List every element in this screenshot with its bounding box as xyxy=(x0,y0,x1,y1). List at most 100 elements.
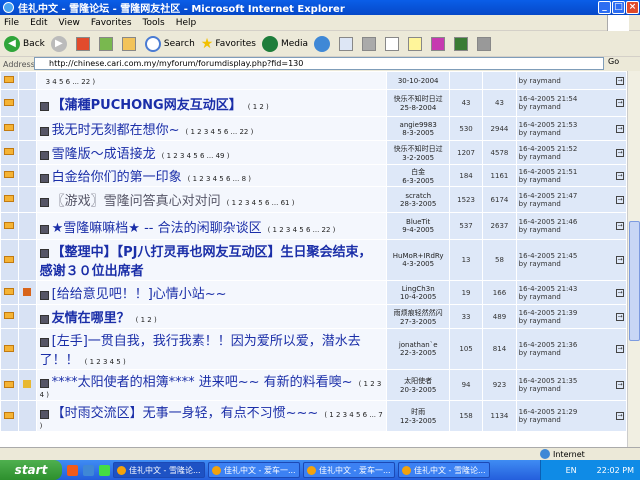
menu-edit[interactable]: Edit xyxy=(30,18,47,28)
last-post-author[interactable]: by raymand xyxy=(519,176,626,184)
last-post-author[interactable]: by raymand xyxy=(519,260,626,268)
goto-last-post-icon[interactable]: → xyxy=(616,222,624,230)
author-link[interactable]: 时雨 xyxy=(387,407,448,417)
menu-favorites[interactable]: Favorites xyxy=(91,18,132,28)
author-link[interactable]: 雨烦痕轻然然闪 xyxy=(387,308,448,318)
desktop-icon[interactable] xyxy=(99,464,110,476)
scrollbar-thumb[interactable] xyxy=(629,221,640,341)
thread-title-cell: [左手]一贯自我，我行我素！！因为爱所以爱，潜水去了！！( 1 2 3 4 5 … xyxy=(35,328,388,370)
last-post-author[interactable]: by raymand xyxy=(519,416,626,424)
thread-title-link[interactable]: 我无时无刻都在想你~ xyxy=(52,123,180,138)
author-link[interactable]: jonathan`e xyxy=(387,341,448,349)
thread-title-cell: ****太阳使者的相簿**** 进来吧~~ 有新的料看噢~( 1 2 3 4 ) xyxy=(35,369,388,401)
last-post-author[interactable]: by raymand xyxy=(519,349,626,357)
task-button-4[interactable]: 佳礼中文 - 雪隆论... xyxy=(398,462,490,478)
refresh-button[interactable] xyxy=(98,36,116,51)
last-post-author[interactable]: by raymand xyxy=(519,200,626,208)
goto-last-post-icon[interactable]: → xyxy=(616,76,624,85)
goto-last-post-icon[interactable]: → xyxy=(616,381,624,389)
goto-last-post-icon[interactable]: → xyxy=(616,171,624,180)
last-post-author[interactable]: by raymand xyxy=(519,385,626,393)
goto-last-post-icon[interactable]: → xyxy=(616,312,624,321)
forward-button[interactable]: ▶ xyxy=(50,35,70,52)
last-post-author[interactable]: by raymand xyxy=(519,129,626,137)
page-links[interactable]: ( 1 2 ) xyxy=(248,103,269,111)
thread-title-link[interactable]: 【蒲種PUCHONG网友互动区】 xyxy=(52,98,242,113)
history-button[interactable] xyxy=(314,35,333,52)
author-link[interactable]: 快乐不知时日过 xyxy=(387,94,448,104)
menu-tools[interactable]: Tools xyxy=(143,18,165,28)
thread-title-link[interactable]: 友情在哪里？ xyxy=(52,311,130,326)
task-button-1[interactable]: 佳礼中文 - 雪隆论... xyxy=(113,462,205,478)
page-links[interactable]: ( 1 2 3 4 5 6 ... 22 ) xyxy=(268,226,336,234)
goto-last-post-icon[interactable]: → xyxy=(616,195,624,204)
home-button[interactable] xyxy=(121,36,139,51)
address-input[interactable]: http://chinese.cari.com.my/myforum/forum… xyxy=(34,57,604,70)
thread-title-link[interactable]: ****太阳使者的相簿**** 进来吧~~ 有新的料看噢~ xyxy=(52,375,353,390)
media-button[interactable]: Media xyxy=(262,35,308,52)
goto-last-post-icon[interactable]: → xyxy=(616,124,624,133)
author-link[interactable]: 白金 xyxy=(387,167,448,177)
mail-button[interactable] xyxy=(339,36,356,51)
author-link[interactable]: angie9983 xyxy=(387,121,448,129)
page-links[interactable]: 3 4 5 6 ... 22 ) xyxy=(46,78,95,86)
stop-button[interactable] xyxy=(75,36,93,51)
last-post-author[interactable]: by raymand xyxy=(519,77,626,85)
task-button-2[interactable]: 佳礼中文 - 爱车一... xyxy=(208,462,300,478)
replies-cell: 94 xyxy=(448,369,484,401)
author-link[interactable]: 快乐不知时日过 xyxy=(387,144,448,154)
author-link[interactable]: 太阳使者 xyxy=(387,376,448,386)
start-button[interactable]: start xyxy=(0,460,62,480)
page-links[interactable]: ( 1 2 3 4 5 6 ... 8 ) xyxy=(188,175,251,183)
last-post-author[interactable]: by raymand xyxy=(519,153,626,161)
thread-title-link[interactable]: 雪隆版～成语接龙 xyxy=(52,147,156,162)
tool-button[interactable] xyxy=(477,36,494,51)
author-link[interactable]: HuMoR+IRdRy xyxy=(387,252,448,260)
goto-last-post-icon[interactable]: → xyxy=(616,412,624,420)
goto-last-post-icon[interactable]: → xyxy=(616,288,624,297)
thread-title-link[interactable]: 【时雨交流区】无事一身轻，有点不习惯~~~ xyxy=(52,406,319,421)
minimize-button[interactable]: _ xyxy=(598,1,611,14)
page-links[interactable]: ( 1 2 3 4 5 6 ... 49 ) xyxy=(162,152,230,160)
close-button[interactable]: × xyxy=(626,1,639,14)
replies-cell: 1207 xyxy=(448,140,484,165)
vertical-scrollbar[interactable] xyxy=(627,71,640,447)
thread-title-link[interactable]: 白金给你们的第一印象 xyxy=(52,170,182,185)
page-links[interactable]: ( 1 2 3 4 5 ) xyxy=(85,358,126,366)
menu-file[interactable]: File xyxy=(4,18,19,28)
last-post-author[interactable]: by raymand xyxy=(519,293,626,301)
last-post-author[interactable]: by raymand xyxy=(519,317,626,325)
menu-help[interactable]: Help xyxy=(176,18,197,28)
search-button[interactable]: Search xyxy=(144,35,195,52)
firefox-icon[interactable] xyxy=(67,464,78,476)
notes-button[interactable] xyxy=(408,36,425,51)
goto-last-post-icon[interactable]: → xyxy=(616,256,624,264)
maximize-button[interactable]: □ xyxy=(612,1,625,14)
thread-title-link[interactable]: [给给意见吧！！]心情小站~~ xyxy=(52,287,227,302)
menu-view[interactable]: View xyxy=(59,18,80,28)
language-indicator[interactable]: EN xyxy=(566,466,577,475)
favorites-button[interactable]: ★ Favorites xyxy=(201,36,256,52)
last-post-author[interactable]: by raymand xyxy=(519,103,626,111)
author-link[interactable]: BlueTit xyxy=(387,218,448,226)
ie-icon[interactable] xyxy=(83,464,94,476)
print-button[interactable] xyxy=(362,36,379,51)
page-links[interactable]: ( 1 2 3 4 5 6 ... 22 ) xyxy=(186,128,254,136)
page-links[interactable]: ( 1 2 3 4 5 6 ... 61 ) xyxy=(227,199,295,207)
author-link[interactable]: scratch xyxy=(387,192,448,200)
task-button-3[interactable]: 佳礼中文 - 爱车一... xyxy=(303,462,395,478)
thread-title-link[interactable]: 【整理中】【PJ八打灵再也网友互动区】生日聚会结束，感谢３０位出席者 xyxy=(40,245,372,279)
back-button[interactable]: ◀ Back xyxy=(4,35,45,52)
page-links[interactable]: ( 1 2 ) xyxy=(136,316,157,324)
last-post-author[interactable]: by raymand xyxy=(519,226,626,234)
thread-title-link[interactable]: ★雪隆嘛嘛档★ -- 合法的闲聊杂谈区 xyxy=(52,221,262,236)
messenger-button[interactable] xyxy=(431,36,448,51)
go-button[interactable]: Go xyxy=(608,57,619,66)
research-button[interactable] xyxy=(454,36,471,51)
edit-button[interactable] xyxy=(385,36,402,51)
thread-title-link[interactable]: 〖游戏〗雪隆问答真心对对问 xyxy=(52,194,221,209)
goto-last-post-icon[interactable]: → xyxy=(616,148,624,157)
author-link[interactable]: LingCh3n xyxy=(387,285,448,293)
goto-last-post-icon[interactable]: → xyxy=(616,345,624,353)
goto-last-post-icon[interactable]: → xyxy=(616,99,624,107)
